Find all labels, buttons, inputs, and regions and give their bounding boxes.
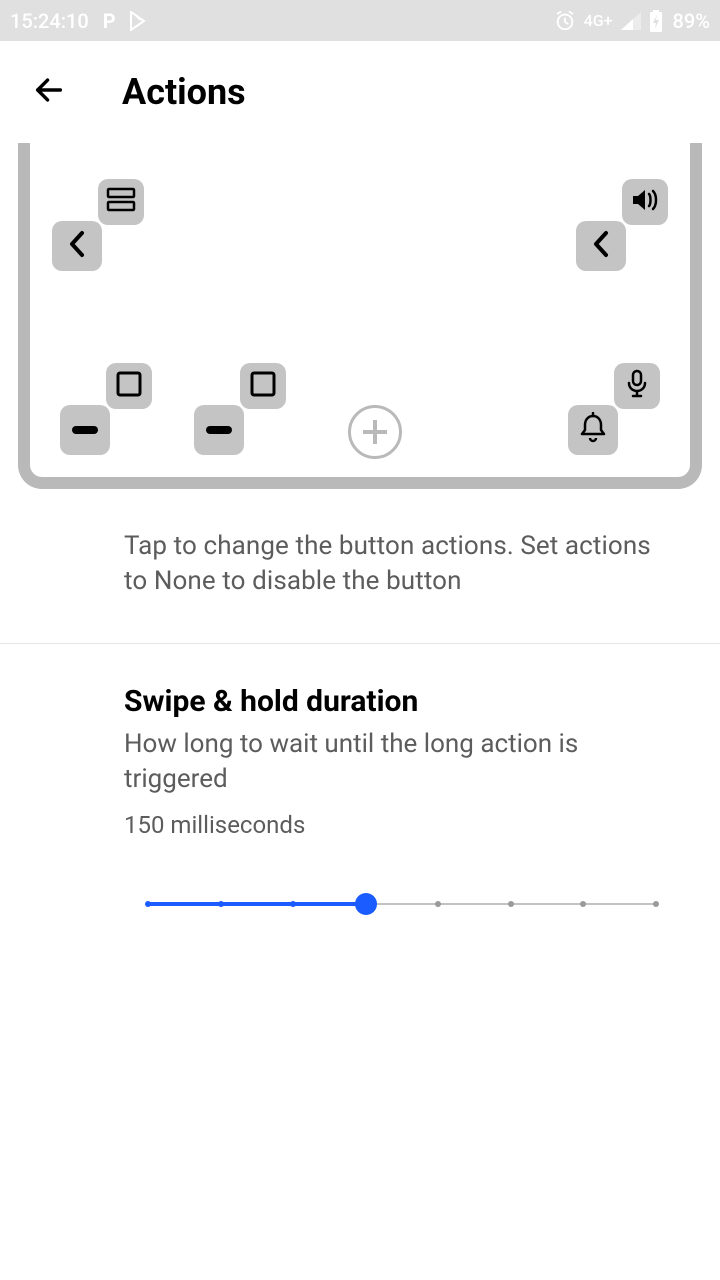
- action-secondary-bottom-1[interactable]: [106, 363, 152, 409]
- action-slot-bottom-3: +: [348, 405, 398, 455]
- bell-icon: [578, 412, 608, 448]
- slider-tick: [508, 901, 514, 907]
- play-store-icon: [130, 11, 148, 31]
- chevron-left-icon: [590, 229, 612, 263]
- network-type-label: 4G+: [584, 11, 613, 30]
- slider-thumb[interactable]: [355, 893, 377, 915]
- mic-icon: [625, 369, 649, 403]
- action-slot-top-right: [576, 179, 668, 271]
- actions-hint-text: Tap to change the button actions. Set ac…: [0, 489, 720, 643]
- page-title: Actions: [122, 71, 246, 113]
- action-secondary-bottom-4[interactable]: [614, 363, 660, 409]
- slider-tick: [580, 901, 586, 907]
- action-secondary-top-left[interactable]: [98, 179, 144, 225]
- cell-signal-icon: [621, 12, 641, 30]
- battery-icon: [649, 10, 663, 32]
- swipe-hold-section: Swipe & hold duration How long to wait u…: [0, 644, 720, 919]
- action-primary-top-right[interactable]: [576, 221, 626, 271]
- swipe-hold-description: How long to wait until the long action i…: [124, 727, 680, 797]
- action-slot-bottom-4: [568, 363, 660, 455]
- app-header: Actions: [0, 41, 720, 143]
- action-primary-bottom-1[interactable]: [60, 405, 110, 455]
- battery-percent: 89%: [673, 9, 710, 33]
- action-primary-bottom-2[interactable]: [194, 405, 244, 455]
- status-time: 15:24:10: [10, 9, 89, 33]
- slider-tick: [218, 901, 224, 907]
- alarm-icon: [554, 10, 576, 32]
- square-outline-icon: [115, 370, 143, 402]
- slider-track-fill: [148, 902, 366, 906]
- square-outline-icon: [249, 370, 277, 402]
- add-action-button[interactable]: +: [348, 405, 402, 459]
- status-bar: 15:24:10 P 4G+ 89%: [0, 0, 720, 41]
- action-primary-bottom-4[interactable]: [568, 405, 618, 455]
- swipe-hold-slider[interactable]: [148, 889, 656, 919]
- back-button[interactable]: [24, 67, 74, 117]
- chevron-left-icon: [66, 229, 88, 263]
- action-slot-top-left: [52, 179, 144, 271]
- list-rows-icon: [106, 187, 136, 217]
- action-primary-top-left[interactable]: [52, 221, 102, 271]
- p-icon: P: [103, 9, 116, 33]
- actions-preview-frame: +: [18, 143, 702, 489]
- volume-icon: [630, 187, 660, 217]
- action-slot-bottom-2: [194, 363, 286, 455]
- swipe-hold-title: Swipe & hold duration: [124, 684, 680, 719]
- dash-icon: [72, 426, 98, 434]
- slider-tick: [145, 901, 151, 907]
- dash-icon: [206, 426, 232, 434]
- action-secondary-top-right[interactable]: [622, 179, 668, 225]
- swipe-hold-value: 150 milliseconds: [124, 811, 680, 839]
- slider-tick: [653, 901, 659, 907]
- slider-tick: [435, 901, 441, 907]
- slider-tick: [290, 901, 296, 907]
- arrow-left-icon: [32, 73, 66, 111]
- action-slot-bottom-1: [60, 363, 152, 455]
- action-secondary-bottom-2[interactable]: [240, 363, 286, 409]
